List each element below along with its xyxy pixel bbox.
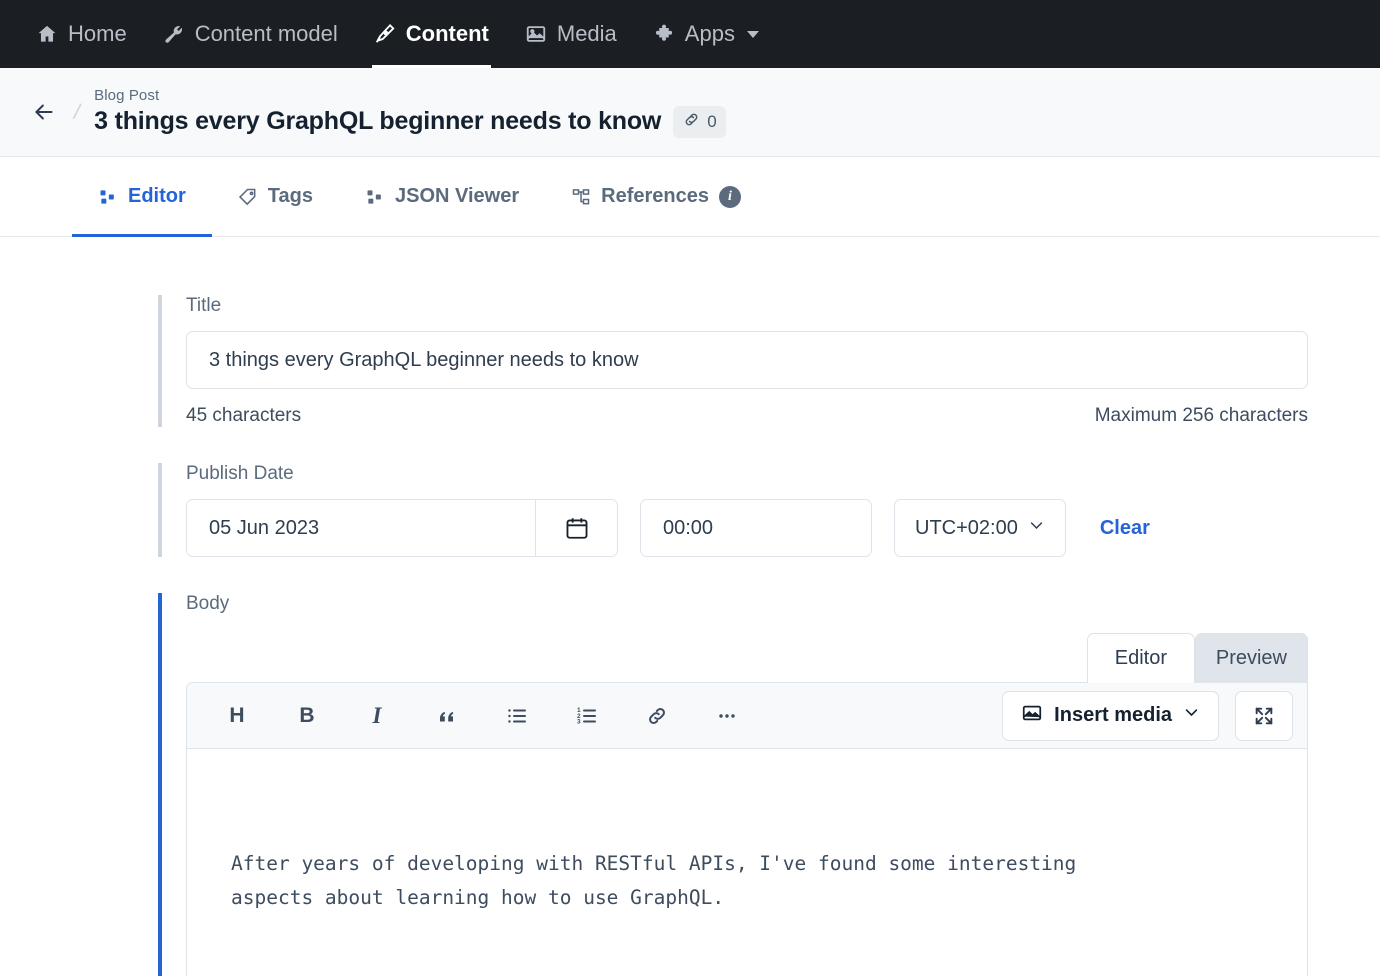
nav-label-content: Content xyxy=(405,21,489,46)
rich-text-toolbar: H B I 123 Insert media xyxy=(187,683,1307,749)
time-input[interactable] xyxy=(640,499,872,557)
tab-json-viewer[interactable]: JSON Viewer xyxy=(339,157,545,236)
tab-label-references: References xyxy=(601,185,709,207)
insert-media-label: Insert media xyxy=(1054,704,1172,726)
title-max-hint: Maximum 256 characters xyxy=(1094,405,1308,426)
tab-label-tags: Tags xyxy=(267,185,313,207)
clear-date-button[interactable]: Clear xyxy=(1100,517,1150,540)
field-publish-date: Publish Date UTC+02:00 Clear xyxy=(158,463,1308,557)
quote-button[interactable] xyxy=(423,695,471,737)
date-input[interactable] xyxy=(187,500,535,556)
page-title: 3 things every GraphQL beginner needs to… xyxy=(94,107,662,135)
numbered-list-button[interactable]: 123 xyxy=(563,695,611,737)
back-arrow-icon[interactable] xyxy=(24,92,64,132)
breadcrumb-separator: / xyxy=(71,98,83,125)
nav-item-content-model[interactable]: Content model xyxy=(145,0,356,68)
tab-label-json-viewer: JSON Viewer xyxy=(394,185,520,207)
entry-icon xyxy=(365,187,385,207)
insert-media-button[interactable]: Insert media xyxy=(1002,690,1219,741)
breadcrumb-header: / Blog Post 3 things every GraphQL begin… xyxy=(0,68,1380,157)
nav-item-apps[interactable]: Apps xyxy=(635,0,777,68)
nav-item-media[interactable]: Media xyxy=(507,0,635,68)
nav-label-home: Home xyxy=(68,21,127,46)
tab-editor[interactable]: Editor xyxy=(72,157,212,237)
title-char-count: 45 characters xyxy=(186,405,302,426)
bold-button[interactable]: B xyxy=(283,695,331,737)
chevron-down-icon xyxy=(746,30,759,38)
title-input[interactable] xyxy=(186,331,1308,389)
nav-label-apps: Apps xyxy=(684,21,735,46)
top-navigation-bar: Home Content model Content Media Apps xyxy=(0,0,1380,68)
home-icon xyxy=(36,23,58,45)
italic-button[interactable]: I xyxy=(353,695,401,737)
info-icon[interactable]: i xyxy=(718,185,741,208)
nav-item-home[interactable]: Home xyxy=(18,0,145,68)
image-icon xyxy=(525,23,547,45)
chevron-down-icon xyxy=(1028,517,1045,540)
pen-nib-icon xyxy=(374,23,396,45)
breadcrumb-content-type: Blog Post xyxy=(94,86,160,104)
body-tab-preview[interactable]: Preview xyxy=(1194,633,1308,683)
heading-button[interactable]: H xyxy=(213,695,261,737)
nav-item-content[interactable]: Content xyxy=(356,0,507,68)
entry-form: Title 45 characters Maximum 256 characte… xyxy=(0,237,1380,976)
tab-label-editor: Editor xyxy=(128,185,186,207)
svg-text:3: 3 xyxy=(577,718,581,725)
entry-tab-bar: Editor Tags JSON Viewer References i xyxy=(0,157,1380,237)
field-label-body: Body xyxy=(186,593,230,614)
body-tab-editor[interactable]: Editor xyxy=(1086,633,1195,683)
chevron-down-icon xyxy=(1183,704,1200,727)
bullet-list-button[interactable] xyxy=(493,695,541,737)
body-mode-tabs: Editor Preview xyxy=(186,633,1308,683)
entry-icon xyxy=(98,187,118,207)
link-button[interactable] xyxy=(633,695,681,737)
nav-label-media: Media xyxy=(556,21,617,46)
tag-icon xyxy=(238,187,258,207)
field-label-publish-date: Publish Date xyxy=(186,463,294,484)
more-options-button[interactable] xyxy=(703,695,751,737)
timezone-value: UTC+02:00 xyxy=(915,516,1018,539)
field-title: Title 45 characters Maximum 256 characte… xyxy=(158,295,1308,427)
calendar-icon[interactable] xyxy=(535,500,617,556)
tab-tags[interactable]: Tags xyxy=(212,157,339,236)
body-paragraph-1: After years of developing with RESTful A… xyxy=(231,852,1077,909)
body-text-area[interactable]: After years of developing with RESTful A… xyxy=(187,749,1307,976)
status-badge[interactable]: 0 xyxy=(673,105,726,138)
sitemap-icon xyxy=(571,187,591,207)
nav-label-content-model: Content model xyxy=(194,21,338,46)
link-icon xyxy=(682,110,701,134)
field-label-title: Title xyxy=(186,295,222,316)
rich-text-editor: H B I 123 Insert media After years of de… xyxy=(186,682,1308,976)
tab-references[interactable]: References i xyxy=(545,157,767,236)
date-picker[interactable] xyxy=(186,499,618,557)
breadcrumb: Blog Post 3 things every GraphQL beginne… xyxy=(94,87,726,138)
field-body: Body Editor Preview H B I 123 Insert med… xyxy=(158,593,1308,976)
link-count: 0 xyxy=(707,111,717,131)
puzzle-icon xyxy=(653,23,675,45)
timezone-select[interactable]: UTC+02:00 xyxy=(894,499,1066,557)
expand-editor-button[interactable] xyxy=(1235,690,1293,741)
wrench-icon xyxy=(163,23,185,45)
image-icon xyxy=(1021,702,1043,730)
